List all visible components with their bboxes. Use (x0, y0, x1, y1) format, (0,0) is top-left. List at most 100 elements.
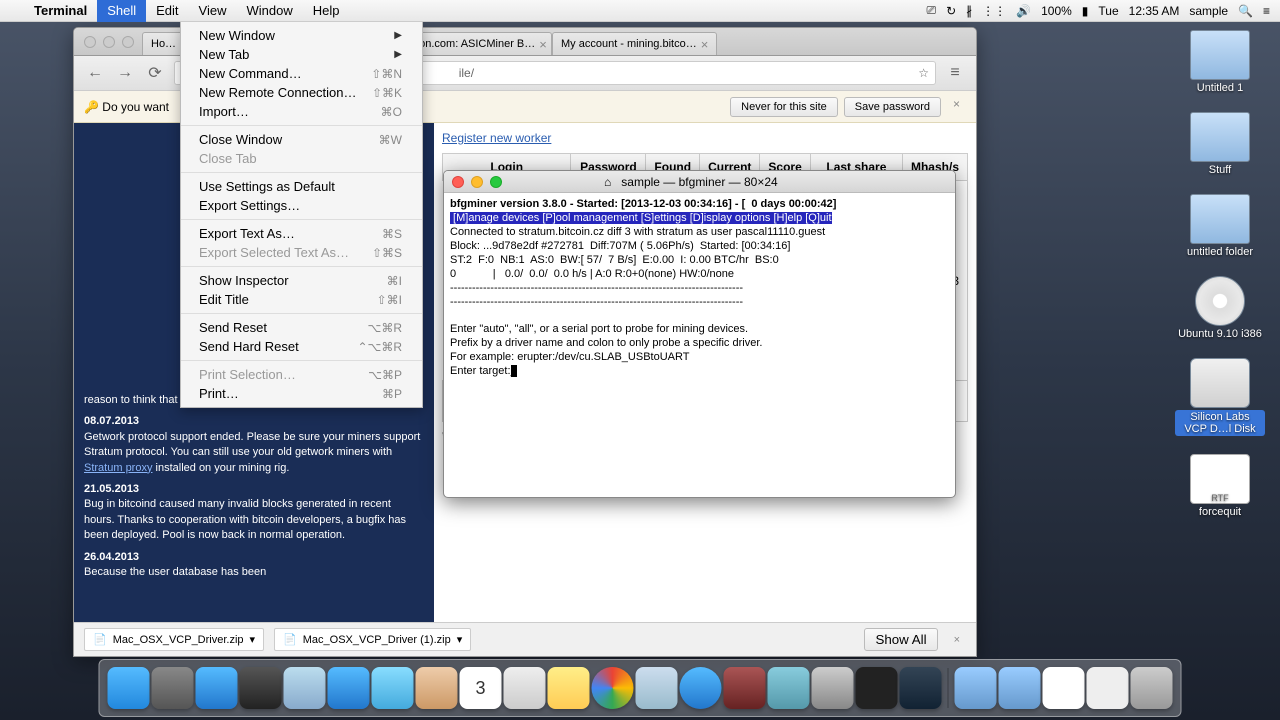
menu-item-export-text-as-[interactable]: Export Text As…⌘S (181, 224, 422, 243)
icon-label: Stuff (1209, 164, 1231, 176)
desktop-cd-ubuntu[interactable]: Ubuntu 9.10 i386 (1175, 276, 1265, 340)
download-item[interactable]: 📄Mac_OSX_VCP_Driver.zip▾ (84, 628, 264, 651)
clock-time[interactable]: 12:35 AM (1129, 4, 1180, 18)
close-icon[interactable]: × (539, 37, 547, 52)
menu-shell[interactable]: Shell (97, 0, 146, 22)
desktop-folder-untitled1[interactable]: Untitled 1 (1175, 30, 1265, 94)
dock-downloads[interactable] (955, 667, 997, 709)
battery-icon[interactable]: ▮ (1082, 4, 1089, 18)
battery-pct[interactable]: 100% (1041, 4, 1072, 18)
menu-item-send-reset[interactable]: Send Reset⌥⌘R (181, 318, 422, 337)
icon-label: forcequit (1199, 506, 1241, 518)
dock-launchpad[interactable] (152, 667, 194, 709)
dock-safari[interactable] (284, 667, 326, 709)
wifi-icon[interactable]: ⋮⋮ (982, 4, 1006, 18)
menu-item-close-window[interactable]: Close Window⌘W (181, 130, 422, 149)
clock-day[interactable]: Tue (1098, 4, 1118, 18)
show-all-button[interactable]: Show All (864, 628, 937, 651)
dock-notes[interactable] (548, 667, 590, 709)
menubar-right: ⎚ ↻ ∦ ⋮⋮ 🔊 100% ▮ Tue 12:35 AM sample 🔍 … (926, 3, 1280, 18)
menubar: Terminal Shell Edit View Window Help ⎚ ↻… (0, 0, 1280, 22)
close-icon[interactable]: × (701, 37, 709, 52)
dock-chrome[interactable] (592, 667, 634, 709)
dock-iphoto[interactable] (724, 667, 766, 709)
menu-item-new-window[interactable]: New Window▶ (181, 26, 422, 45)
icon-label: untitled folder (1187, 246, 1253, 258)
news-text: Getwork protocol support ended. Please b… (84, 430, 424, 476)
app-name[interactable]: Terminal (24, 3, 97, 18)
chevron-down-icon[interactable]: ▾ (250, 633, 256, 646)
dock-doc2[interactable] (1087, 667, 1129, 709)
close-button[interactable] (452, 176, 464, 188)
dock-appstore[interactable] (196, 667, 238, 709)
desktop-file-forcequit[interactable]: RTFforcequit (1175, 454, 1265, 518)
dock-trash[interactable] (1131, 667, 1173, 709)
user-name[interactable]: sample (1189, 4, 1228, 18)
menu-item-export-selected-text-as-: Export Selected Text As…⇧⌘S (181, 243, 422, 262)
stratum-proxy-link[interactable]: Stratum proxy (84, 462, 152, 474)
dock-messages[interactable] (372, 667, 414, 709)
chevron-down-icon[interactable]: ▾ (457, 633, 463, 646)
dock-terminal[interactable] (856, 667, 898, 709)
dock-imovie[interactable] (900, 667, 942, 709)
dock-mail[interactable] (328, 667, 370, 709)
star-icon[interactable]: ☆ (918, 66, 929, 80)
zoom-button[interactable] (490, 176, 502, 188)
never-button[interactable]: Never for this site (730, 97, 838, 117)
menu-item-show-inspector[interactable]: Show Inspector⌘I (181, 271, 422, 290)
menu-button[interactable]: ≡ (944, 62, 966, 84)
close-button[interactable] (84, 36, 96, 48)
dock-calendar[interactable]: 3 (460, 667, 502, 709)
menu-item-print-selection-: Print Selection…⌥⌘P (181, 365, 422, 384)
screenshare-icon[interactable]: ⎚ (926, 3, 936, 18)
menu-item-export-settings-[interactable]: Export Settings… (181, 196, 422, 215)
terminal-title: sample — bfgminer — 80×24 (621, 175, 777, 189)
forward-button[interactable]: → (114, 62, 136, 84)
menu-item-new-tab[interactable]: New Tab▶ (181, 45, 422, 64)
menu-item-send-hard-reset[interactable]: Send Hard Reset⌃⌥⌘R (181, 337, 422, 356)
dock-timemachine[interactable] (768, 667, 810, 709)
menu-item-edit-title[interactable]: Edit Title⇧⌘I (181, 290, 422, 309)
desktop-disk-siliconlabs[interactable]: Silicon Labs VCP D…l Disk (1175, 358, 1265, 436)
zoom-button[interactable] (122, 36, 134, 48)
spotlight-icon[interactable]: 🔍 (1238, 4, 1253, 18)
dock-folder[interactable] (999, 667, 1041, 709)
dock-maps[interactable] (636, 667, 678, 709)
home-icon: ⌂ (604, 175, 611, 189)
minimize-button[interactable] (471, 176, 483, 188)
dock-reminders[interactable] (504, 667, 546, 709)
back-button[interactable]: ← (84, 62, 106, 84)
dock-itunes[interactable] (680, 667, 722, 709)
window-controls (84, 36, 134, 48)
save-password-button[interactable]: Save password (844, 97, 941, 117)
notifications-icon[interactable]: ≡ (1263, 4, 1270, 18)
close-icon[interactable]: × (947, 97, 966, 117)
bluetooth-icon[interactable]: ∦ (966, 4, 972, 18)
download-item[interactable]: 📄Mac_OSX_VCP_Driver (1).zip▾ (274, 628, 471, 651)
menu-item-print-[interactable]: Print…⌘P (181, 384, 422, 403)
dock-finder[interactable] (108, 667, 150, 709)
dock-dashboard[interactable] (240, 667, 282, 709)
volume-icon[interactable]: 🔊 (1016, 4, 1031, 18)
menu-item-use-settings-as-default[interactable]: Use Settings as Default (181, 177, 422, 196)
menu-view[interactable]: View (189, 0, 237, 22)
close-icon[interactable]: × (948, 634, 966, 646)
desktop-folder-stuff[interactable]: Stuff (1175, 112, 1265, 176)
desktop-folder-untitled[interactable]: untitled folder (1175, 194, 1265, 258)
terminal-titlebar[interactable]: ⌂ sample — bfgminer — 80×24 (444, 171, 955, 193)
menu-edit[interactable]: Edit (146, 0, 188, 22)
dock-preferences[interactable] (812, 667, 854, 709)
reload-button[interactable]: ⟳ (144, 62, 166, 84)
register-worker-link[interactable]: Register new worker (442, 131, 551, 145)
dock-doc1[interactable] (1043, 667, 1085, 709)
terminal-output[interactable]: bfgminer version 3.8.0 - Started: [2013-… (444, 193, 955, 382)
menu-item-new-command-[interactable]: New Command…⇧⌘N (181, 64, 422, 83)
menu-help[interactable]: Help (303, 0, 350, 22)
tab-4[interactable]: My account - mining.bitco…× (552, 32, 717, 55)
menu-item-new-remote-connection-[interactable]: New Remote Connection…⇧⌘K (181, 83, 422, 102)
minimize-button[interactable] (103, 36, 115, 48)
menu-window[interactable]: Window (237, 0, 303, 22)
dock-contacts[interactable] (416, 667, 458, 709)
sync-icon[interactable]: ↻ (946, 4, 956, 18)
menu-item-import-[interactable]: Import…⌘O (181, 102, 422, 121)
